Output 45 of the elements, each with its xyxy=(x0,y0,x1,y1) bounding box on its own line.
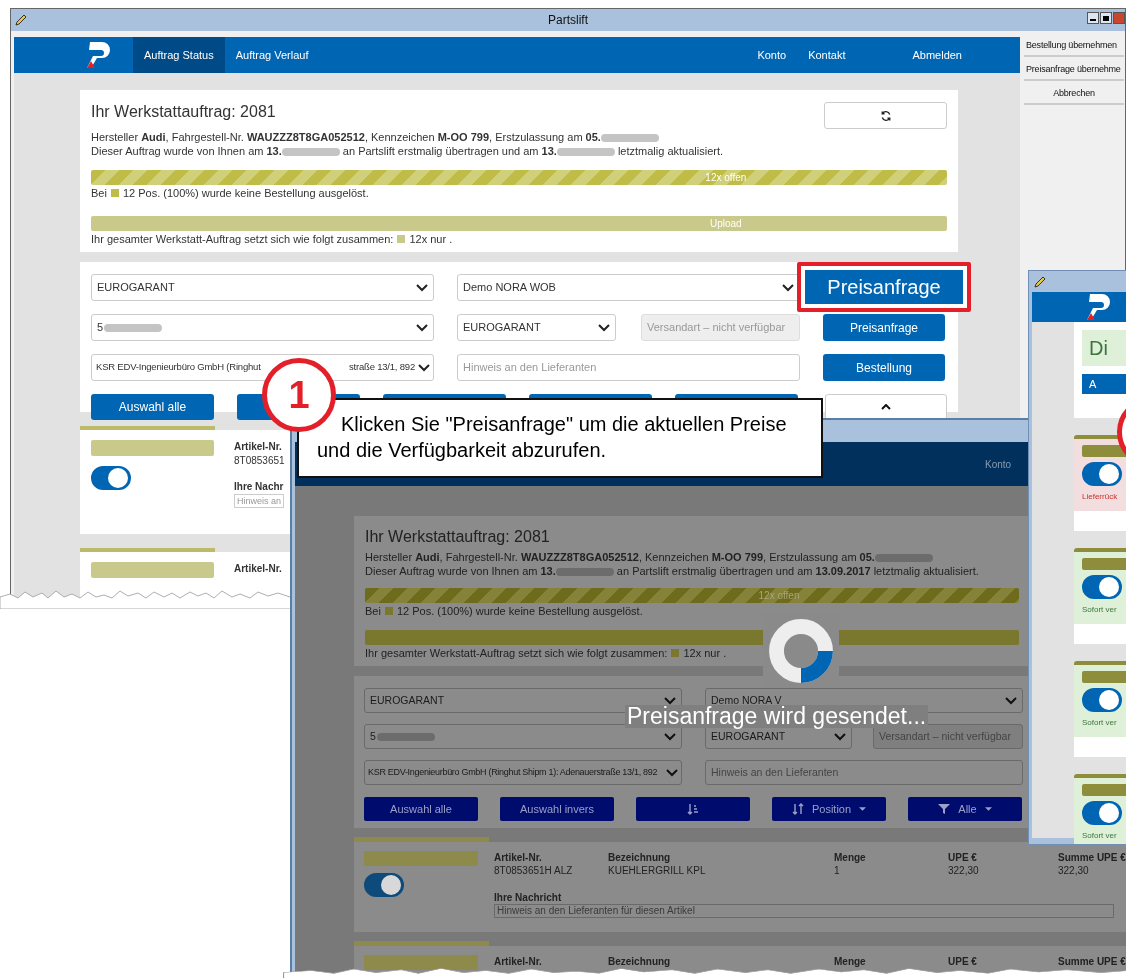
bar-label: 12x offen xyxy=(757,589,801,602)
field-label: Ihre Nachricht xyxy=(494,891,563,904)
table-cell: KUEHLERGRILL KPL xyxy=(608,864,706,877)
legend-text: 12x nur . xyxy=(683,646,727,660)
column-header: Artikel-Nr. xyxy=(494,851,542,864)
info-text: Dieser Auftrag wurde von Ihnen am 13. an Partslift erstmalig übertragen und am 13. letztmalig aktualisiert. xyxy=(91,144,725,158)
info-text: Dieser Auftrag wurde von Ihnen am 13. an Partslift erstmalig übertragen und am 13.09.2017 letztmalig aktualisiert. xyxy=(365,564,980,578)
status-text: Sofort ver xyxy=(1082,717,1118,729)
legend-text: 12 Pos. (100%) wurde keine Bestellung ausgelöst. xyxy=(122,186,369,200)
column-header: Bezeichnung xyxy=(608,851,671,864)
window-title: Partslift xyxy=(548,12,588,29)
column-header: Artikel-Nr. xyxy=(234,440,282,454)
table-cell: 322,30 xyxy=(1058,864,1089,877)
column-header: UPE € xyxy=(948,851,977,864)
column-header: UPE € xyxy=(948,955,977,968)
status-text: Lieferrück xyxy=(1082,491,1119,503)
info-text: Hersteller Audi, Fahrgestell-Nr. WAUZZZ8T8GA052512, Kennzeichen M-OO 799, Erstzulassung am 05. xyxy=(365,550,1019,564)
column-header: Artikel-Nr. xyxy=(494,955,542,968)
legend-text: 12x nur . xyxy=(409,232,453,246)
table-cell: 1 xyxy=(834,864,840,877)
column-header: Artikel-Nr. xyxy=(234,562,282,576)
status-banner: Di xyxy=(1082,330,1126,366)
table-cell: 322,30 xyxy=(948,864,979,877)
bar-label: Upload xyxy=(708,217,743,230)
loading-message-toast: Preisanfrage wird gesendet... xyxy=(625,705,929,728)
column-header: Menge xyxy=(834,851,866,864)
legend-text: 12 Pos. (100%) wurde keine Bestellung ausgelöst. xyxy=(396,604,643,618)
field-label: Ihre Nachr xyxy=(234,480,284,494)
status-text: Sofort ver xyxy=(1082,604,1118,616)
address-text: straße 13/1, 892 xyxy=(349,360,415,375)
article-number: 8T0853651 xyxy=(234,454,285,468)
bar-label: 12x offen xyxy=(704,171,748,184)
column-header: Summe UPE € xyxy=(1058,851,1126,864)
column-header: Summe UPE € xyxy=(1058,955,1126,968)
column-header: Menge xyxy=(834,955,866,968)
status-text: Sofort ver xyxy=(1082,830,1118,842)
order-title: Ihr Werkstattauftrag: 2081 xyxy=(365,528,550,546)
column-header: Bezeichnung xyxy=(608,955,671,968)
order-title: Ihr Werkstattauftrag: 2081 xyxy=(91,102,276,122)
info-text: Hersteller Audi, Fahrgestell-Nr. WAUZZZ8T8GA052512, Kennzeichen M-OO 799, Erstzulassung am 05. xyxy=(91,130,947,144)
legend-text: Bei xyxy=(91,186,107,200)
legend-text: Bei xyxy=(365,604,381,618)
legend-text: Ihr gesamter Werkstatt-Auftrag setzt sich wie folgt zusammen: xyxy=(91,232,394,246)
legend-text: Ihr gesamter Werkstatt-Auftrag setzt sich wie folgt zusammen: xyxy=(365,646,668,660)
table-cell: 8T0853651H ALZ xyxy=(494,864,573,877)
